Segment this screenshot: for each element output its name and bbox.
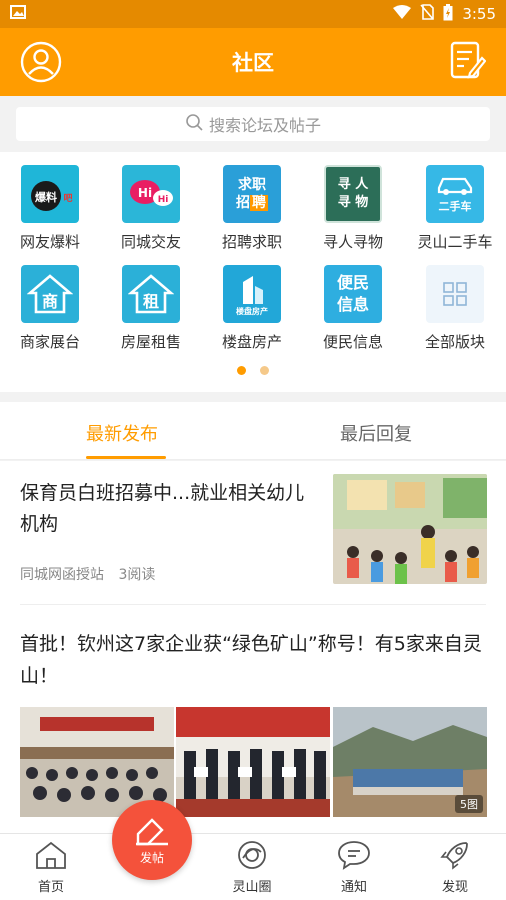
svg-text:商: 商 <box>42 292 58 311</box>
wifi-icon <box>393 5 412 23</box>
category-label: 全部版块 <box>424 333 485 351</box>
category-label: 同城交友 <box>120 233 181 251</box>
rocket-icon <box>438 842 472 874</box>
pencil-icon <box>132 814 172 849</box>
page-dot-2[interactable] <box>260 366 269 375</box>
category-ershouche[interactable]: 二手车 灵山二手车 <box>405 165 505 252</box>
grid-icon <box>426 265 484 323</box>
category-label: 楼盘房产 <box>221 333 282 351</box>
status-time: 3:55 <box>462 5 496 23</box>
category-grid: 爆料吧 网友爆料 Hi Hi 同城交友 求职招聘 招聘求职 寻 人寻 物 寻人寻物… <box>0 152 506 392</box>
post-fab-label: 发帖 <box>139 851 164 865</box>
search-area: 搜索论坛及帖子 <box>0 96 506 152</box>
post-meta: 同城网函授站 3阅读 <box>20 564 155 584</box>
page-title: 社区 <box>232 51 274 75</box>
nav-circle-label: 灵山圈 <box>232 880 272 895</box>
category-bianmin[interactable]: 便民 信息 便民信息 <box>303 265 403 352</box>
post-image-3[interactable]: 5图 <box>333 707 487 817</box>
post-feed: 保育员白班招募中...就业相关幼儿机构 同城网函授站 3阅读 首批！钦州这7家企… <box>0 461 506 833</box>
building-icon: 楼盘房产 <box>223 265 281 323</box>
svg-text:Hi: Hi <box>138 186 152 200</box>
active-tab-indicator <box>86 456 166 459</box>
tab-last-reply[interactable]: 最后回复 <box>340 420 412 446</box>
category-label: 房屋租售 <box>120 333 181 351</box>
category-xunren[interactable]: 寻 人寻 物 寻人寻物 <box>303 165 403 252</box>
bottom-nav: 首页 灵山圈 通知 发现 <box>0 833 506 900</box>
info-icon: 便民 信息 <box>324 265 382 323</box>
search-input[interactable]: 搜索论坛及帖子 <box>16 107 490 141</box>
category-fangwu[interactable]: 租 房屋租售 <box>101 265 201 352</box>
search-placeholder: 搜索论坛及帖子 <box>208 116 321 135</box>
category-shangjia[interactable]: 商 商家展台 <box>0 265 100 352</box>
nav-circle[interactable]: 灵山圈 <box>212 840 292 895</box>
category-label: 寻人寻物 <box>322 233 383 251</box>
feed-tabs: 最新发布 最后回复 <box>0 402 506 460</box>
page-dot-1[interactable] <box>237 366 246 375</box>
baoliao-icon: 爆料吧 <box>21 165 79 223</box>
no-sim-icon <box>420 4 435 24</box>
nav-home[interactable]: 首页 <box>11 840 91 895</box>
post-source: 同城网函授站 <box>20 567 104 583</box>
chat-bubble-icon <box>337 841 371 874</box>
car-icon: 二手车 <box>426 165 484 223</box>
nav-notify[interactable]: 通知 <box>314 840 394 895</box>
svg-text:爆料: 爆料 <box>35 190 57 204</box>
svg-text:租: 租 <box>143 292 159 311</box>
post-reads: 3阅读 <box>118 567 156 583</box>
post-title[interactable]: 保育员白班招募中...就业相关幼儿机构 <box>20 478 320 540</box>
divider <box>20 604 486 605</box>
search-person-icon: 寻 人寻 物 <box>324 165 382 223</box>
compose-button[interactable] <box>450 41 487 85</box>
profile-button[interactable] <box>20 41 62 87</box>
battery-icon <box>443 3 453 25</box>
post-image-2[interactable] <box>176 707 330 817</box>
svg-text:Hi: Hi <box>158 195 169 205</box>
category-label: 商家展台 <box>19 333 80 351</box>
app-bar: 社区 <box>0 28 506 96</box>
page-indicator <box>0 366 506 375</box>
search-icon <box>185 113 203 135</box>
category-all[interactable]: 全部版块 <box>405 265 505 352</box>
category-label: 网友爆料 <box>19 233 80 251</box>
nav-discover-label: 发现 <box>441 880 468 895</box>
post-title[interactable]: 首批！钦州这7家企业获“绿色矿山”称号！有5家来自灵山！ <box>20 628 486 692</box>
category-recruit[interactable]: 求职招聘 招聘求职 <box>202 165 302 252</box>
post-fab-button[interactable]: 发帖 <box>112 800 192 880</box>
nav-discover[interactable]: 发现 <box>415 840 495 895</box>
category-loupan[interactable]: 楼盘房产 楼盘房产 <box>202 265 302 352</box>
tab-latest[interactable]: 最新发布 <box>86 420 158 446</box>
category-label: 便民信息 <box>322 333 383 351</box>
status-bar: 3:55 <box>0 0 506 28</box>
category-label: 灵山二手车 <box>417 233 493 251</box>
category-tongcheng[interactable]: Hi Hi 同城交友 <box>101 165 201 252</box>
category-label: 招聘求职 <box>221 233 282 251</box>
hi-chat-icon: Hi Hi <box>122 165 180 223</box>
shop-house-icon: 商 <box>21 265 79 323</box>
edit-note-icon <box>450 41 487 85</box>
post-thumbnail[interactable] <box>333 474 487 584</box>
svg-text:吧: 吧 <box>63 193 72 204</box>
nav-home-label: 首页 <box>37 880 64 895</box>
image-count-badge: 5图 <box>455 795 483 813</box>
circle-icon <box>235 841 269 874</box>
home-icon <box>34 841 68 874</box>
category-baoliao[interactable]: 爆料吧 网友爆料 <box>0 165 100 252</box>
rent-house-icon: 租 <box>122 265 180 323</box>
user-avatar-icon <box>20 41 62 87</box>
recruit-icon: 求职招聘 <box>223 165 281 223</box>
nav-notify-label: 通知 <box>340 880 367 895</box>
image-notification-icon <box>10 5 26 23</box>
